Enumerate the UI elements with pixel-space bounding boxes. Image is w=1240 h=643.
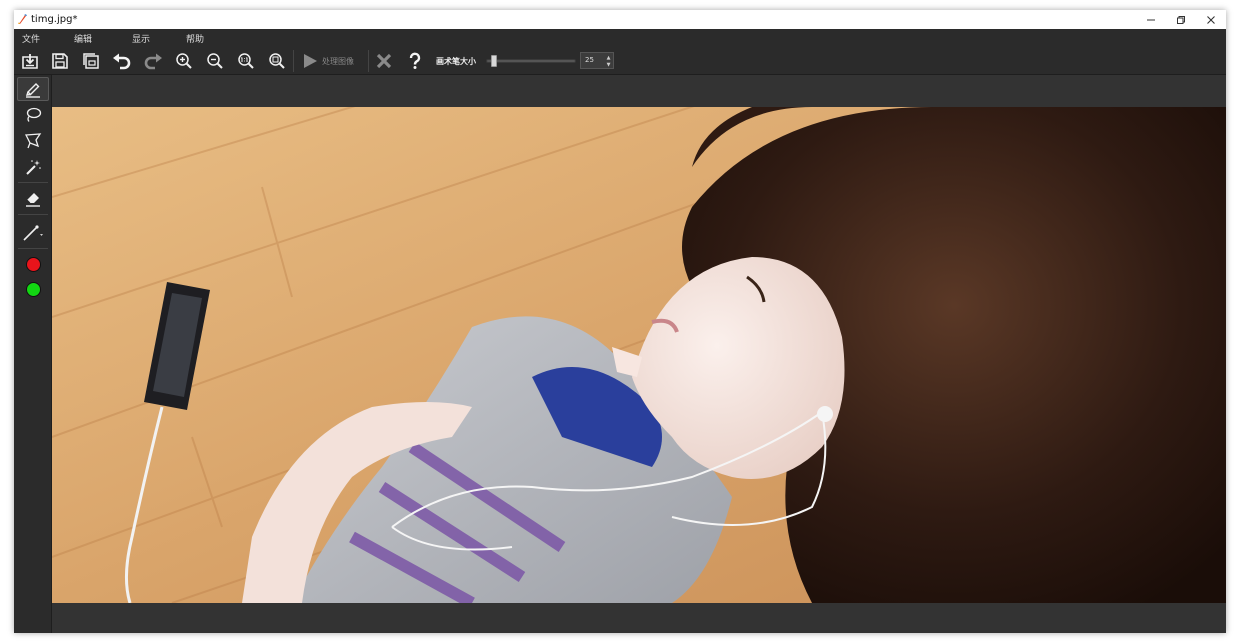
undo-icon — [113, 53, 131, 70]
restore-button[interactable] — [1166, 10, 1196, 29]
tool-separator — [18, 248, 48, 249]
spin-down-button[interactable]: ▼ — [605, 61, 612, 68]
line-icon — [23, 225, 43, 241]
window-title: timg.jpg* — [31, 14, 78, 25]
zoom-actual-icon — [238, 53, 254, 69]
magic-wand-icon — [26, 160, 41, 175]
process-image-label[interactable]: 处理图像 — [322, 56, 354, 67]
play-icon — [304, 54, 317, 68]
lasso-icon — [26, 107, 42, 122]
polygon-lasso-icon — [24, 133, 42, 149]
zoom-out-button[interactable] — [203, 49, 227, 73]
app-icon — [18, 14, 27, 24]
toolbar-separator — [368, 50, 369, 72]
redo-icon — [144, 53, 162, 70]
zoom-fit-icon — [269, 53, 285, 69]
image-canvas[interactable] — [52, 107, 1226, 603]
eraser-icon — [26, 193, 40, 207]
restore-icon — [1177, 15, 1185, 24]
line-tool-button[interactable] — [17, 221, 49, 245]
menu-help[interactable]: 帮助 — [180, 32, 210, 45]
save-as-button[interactable] — [79, 49, 103, 73]
close-window-button[interactable] — [1196, 10, 1226, 29]
minimize-button[interactable] — [1136, 10, 1166, 29]
tool-panel — [14, 75, 52, 633]
help-icon — [409, 52, 421, 69]
tool-separator — [18, 214, 48, 215]
open-file-icon — [22, 54, 38, 69]
menu-file[interactable]: 文件 — [16, 32, 46, 45]
background-color-button[interactable] — [17, 277, 49, 301]
spin-up-button[interactable]: ▲ — [605, 54, 612, 61]
tool-separator — [18, 182, 48, 183]
redo-button[interactable] — [141, 49, 165, 73]
close-icon — [1207, 15, 1215, 24]
save-icon — [52, 53, 68, 69]
close-x-icon — [376, 53, 392, 69]
open-file-button[interactable] — [18, 49, 42, 73]
slider-handle[interactable] — [491, 55, 498, 67]
minimize-icon — [1147, 19, 1155, 20]
help-button[interactable] — [403, 49, 427, 73]
save-as-icon — [83, 53, 99, 69]
magic-wand-tool-button[interactable] — [17, 155, 49, 179]
brush-tool-button[interactable] — [17, 77, 49, 101]
chevron-up-icon: ▲ — [606, 54, 611, 61]
zoom-in-icon — [176, 53, 192, 69]
cancel-button[interactable] — [372, 49, 396, 73]
brush-icon — [25, 83, 40, 98]
zoom-fit-button[interactable] — [265, 49, 289, 73]
menu-bar: 文件 编辑 显示 帮助 — [14, 29, 1226, 47]
title-bar: timg.jpg* — [14, 10, 1226, 29]
app-window: timg.jpg* 文件 编辑 显示 帮助 处理图像 画术笔大小 25 ▲ ▼ — [14, 10, 1226, 633]
menu-view[interactable]: 显示 — [126, 32, 156, 45]
save-button[interactable] — [48, 49, 72, 73]
brush-size-spinbox[interactable]: ▲ ▼ — [580, 52, 614, 69]
main-toolbar: 处理图像 画术笔大小 ▲ ▼ — [14, 47, 1226, 75]
foreground-color-button[interactable] — [17, 252, 49, 276]
brush-size-input[interactable] — [585, 56, 605, 64]
toolbar-separator — [293, 50, 294, 72]
brush-size-slider[interactable] — [482, 54, 578, 68]
undo-button[interactable] — [110, 49, 134, 73]
background-color-swatch — [25, 281, 41, 297]
slider-track — [486, 59, 576, 63]
zoom-out-icon — [207, 53, 223, 69]
brush-size-label: 画术笔大小 — [436, 57, 476, 66]
menu-edit[interactable]: 编辑 — [68, 32, 98, 45]
eraser-tool-button[interactable] — [17, 186, 49, 210]
canvas-area[interactable] — [52, 75, 1226, 633]
foreground-color-swatch — [25, 256, 41, 272]
zoom-actual-button[interactable] — [234, 49, 258, 73]
lasso-tool-button[interactable] — [17, 103, 49, 127]
zoom-in-button[interactable] — [172, 49, 196, 73]
chevron-down-icon: ▼ — [606, 61, 611, 68]
polygon-lasso-tool-button[interactable] — [17, 129, 49, 153]
process-image-button[interactable] — [298, 49, 322, 73]
